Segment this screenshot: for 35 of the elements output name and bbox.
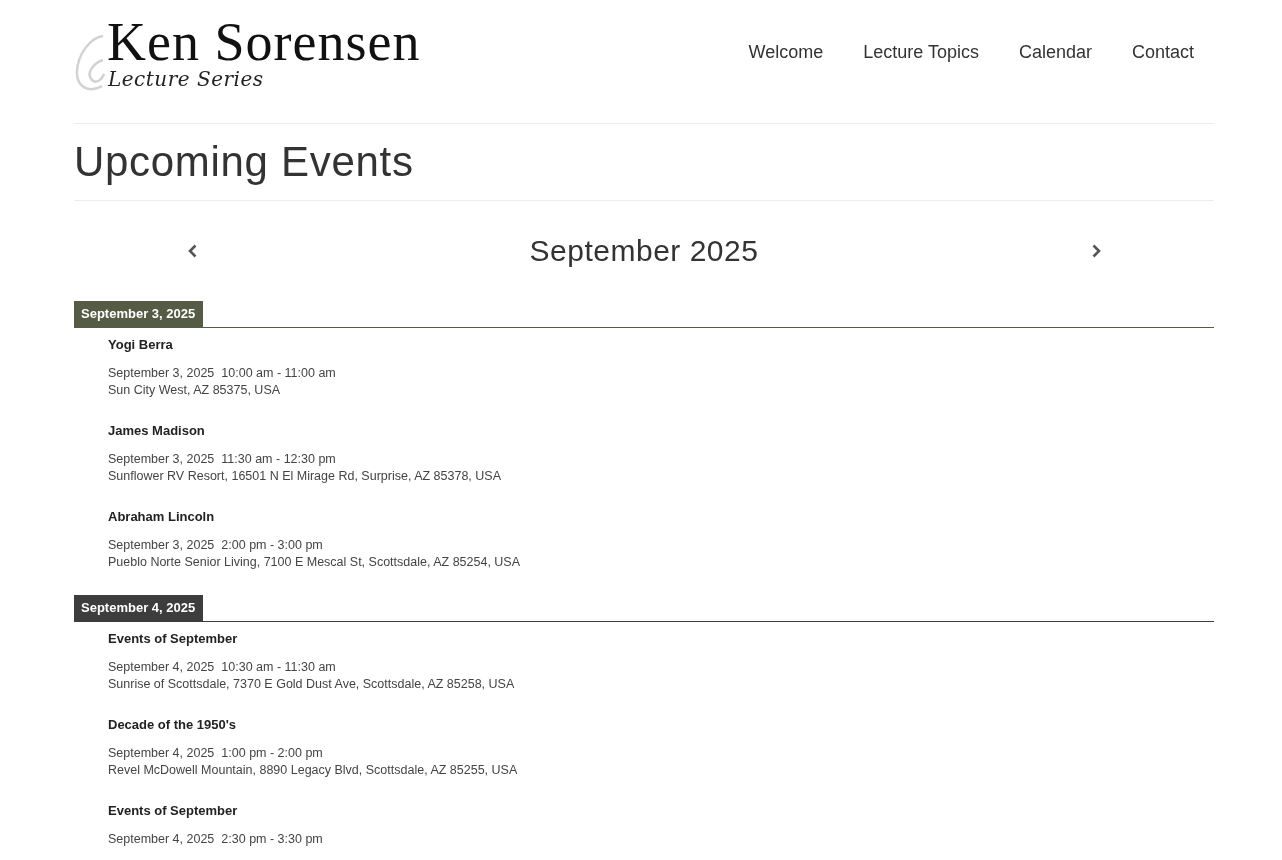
event-address: Pueblo Norte Senior Living, 7100 E Mescal St, Scottsdale, AZ 85254, USA xyxy=(108,554,521,571)
event-time: 11:30 am - 12:30 pm xyxy=(221,451,336,467)
event-time: 10:30 am - 11:30 am xyxy=(221,659,336,675)
date-heading: September 4, 2025 xyxy=(74,595,204,621)
event-title[interactable]: Events of September xyxy=(108,631,238,647)
event-time: 2:30 pm - 3:30 pm xyxy=(221,831,323,847)
event-date: September 3, 2025 xyxy=(108,451,215,467)
date-heading: September 3, 2025 xyxy=(74,301,204,327)
event-date: September 4, 2025 xyxy=(108,659,215,675)
logo-tagline: Lecture Series xyxy=(108,66,264,92)
chevron-right-icon xyxy=(1091,244,1101,258)
logo-wordmark: Ken Sorensen xyxy=(107,15,421,69)
event-address: Sunrise of Scottsdale, 7370 E Gold Dust Ave, Scottsdale, AZ 85258, USA xyxy=(108,676,515,693)
event-title[interactable]: James Madison xyxy=(108,423,205,439)
event-title[interactable]: Decade of the 1950's xyxy=(108,717,237,733)
nav-link[interactable]: Lecture Topics xyxy=(843,40,999,64)
event-title[interactable]: Abraham Lincoln xyxy=(108,509,215,525)
event-date: September 4, 2025 xyxy=(108,745,215,761)
event-title[interactable]: Events of September xyxy=(108,803,238,819)
event-time: 10:00 am - 11:00 am xyxy=(221,365,336,381)
event-date: September 3, 2025 xyxy=(108,537,215,553)
month-title: September 2025 xyxy=(529,233,759,269)
event-time: 1:00 pm - 2:00 pm xyxy=(221,745,323,761)
chevron-left-icon xyxy=(187,244,197,258)
nav-link[interactable]: Contact xyxy=(1111,40,1214,64)
event-title[interactable]: Yogi Berra xyxy=(108,337,173,353)
page-title: Upcoming Events xyxy=(74,138,414,186)
nav-link[interactable]: Calendar xyxy=(998,40,1112,64)
event-address: Sun City West, AZ 85375, USA xyxy=(108,382,281,399)
event-date: September 4, 2025 xyxy=(108,831,215,847)
event-address: Revel McDowell Mountain, 8890 Legacy Blvd, Scottsdale, AZ 85255, USA xyxy=(108,762,518,779)
event-time: 2:00 pm - 3:00 pm xyxy=(221,537,323,553)
event-address: Sunflower RV Resort, 16501 N El Mirage Rd, Surprise, AZ 85378, USA xyxy=(108,468,501,485)
event-date: September 3, 2025 xyxy=(108,365,215,381)
nav-link[interactable]: Welcome xyxy=(728,40,844,64)
